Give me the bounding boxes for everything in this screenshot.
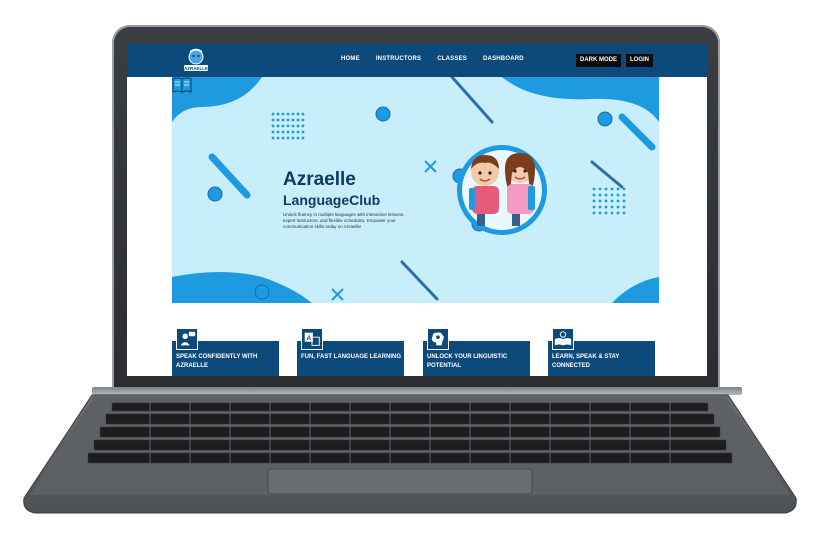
feature-card-title: LEARN, SPEAK & STAY CONNECTED xyxy=(552,354,620,369)
nav-instructors[interactable]: INSTRUCTORS xyxy=(376,56,421,62)
feature-card-speak[interactable]: SPEAK CONFIDENTLY WITH AZRAELLE xyxy=(172,328,279,376)
laptop-screen: AZRAELLE HOME INSTRUCTORS CLASSES DASHBO… xyxy=(127,44,707,376)
nav-classes[interactable]: CLASSES xyxy=(437,56,467,62)
hero-banner: Azraelle LanguageClub Unlock fluency in … xyxy=(172,77,659,303)
logo-text: AZRAELLE xyxy=(184,66,208,71)
speaking-person-icon xyxy=(176,328,198,350)
nav-dashboard[interactable]: DASHBOARD xyxy=(483,56,524,62)
feature-card-title: UNLOCK YOUR LINGUISTIC POTENTIAL xyxy=(427,354,508,369)
feature-card-fun[interactable]: A FUN, FAST LANGUAGE LEARNING xyxy=(297,328,404,376)
feature-card-learn[interactable]: LEARN, SPEAK & STAY CONNECTED xyxy=(548,328,655,376)
laptop-base xyxy=(23,394,797,514)
laptop-mockup: AZRAELLE HOME INSTRUCTORS CLASSES DASHBO… xyxy=(0,0,819,546)
blob-bottom-right xyxy=(612,277,659,303)
dot-grid-right xyxy=(592,187,626,215)
hero-description: Unlock fluency in multiple languages wit… xyxy=(283,212,405,229)
feature-card-unlock[interactable]: UNLOCK YOUR LINGUISTIC POTENTIAL xyxy=(423,328,530,376)
hero-decoration xyxy=(172,77,659,303)
brain-icon xyxy=(427,328,449,350)
book-icon xyxy=(172,77,192,93)
login-button[interactable]: LOGIN xyxy=(626,54,653,67)
blob-top-right xyxy=(502,77,659,122)
svg-text:A: A xyxy=(307,335,312,342)
open-book-icon xyxy=(552,328,574,350)
nav-links: HOME INSTRUCTORS CLASSES DASHBOARD xyxy=(341,56,524,62)
nav-home[interactable]: HOME xyxy=(341,56,360,62)
kids-illustration xyxy=(457,145,547,235)
hero-title: Azraelle xyxy=(283,169,356,190)
dot-grid-left xyxy=(271,112,305,140)
dark-mode-button[interactable]: DARK MODE xyxy=(576,54,621,67)
top-nav: AZRAELLE HOME INSTRUCTORS CLASSES DASHBO… xyxy=(127,44,707,77)
hero-subtitle: LanguageClub xyxy=(283,192,381,208)
translate-icon: A xyxy=(301,328,323,350)
trackpad[interactable] xyxy=(267,468,533,495)
blob-bottom-left xyxy=(172,272,312,303)
feature-card-title: FUN, FAST LANGUAGE LEARNING xyxy=(301,354,401,360)
feature-card-title: SPEAK CONFIDENTLY WITH AZRAELLE xyxy=(176,354,258,369)
logo-icon[interactable]: AZRAELLE xyxy=(181,47,211,74)
